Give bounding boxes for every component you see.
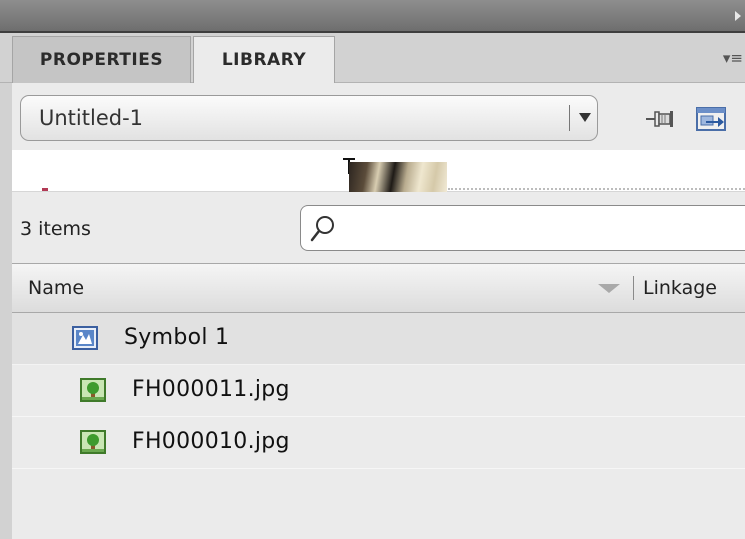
search-input[interactable] (343, 210, 733, 246)
search-icon (310, 216, 334, 242)
preview-mark (42, 188, 48, 191)
tab-properties[interactable]: PROPERTIES (12, 36, 191, 83)
chevron-down-icon[interactable] (579, 113, 591, 122)
panel-menu-icon[interactable]: ▾≡ (723, 49, 743, 67)
document-dropdown[interactable]: Untitled-1 (20, 95, 598, 141)
movie-clip-icon (72, 326, 98, 350)
library-item-fh000011[interactable]: FH000011.jpg (12, 365, 745, 417)
preview-dotted-line (448, 188, 745, 190)
library-item-fh000010[interactable]: FH000010.jpg (12, 417, 745, 469)
library-item-symbol-1[interactable]: Symbol 1 (12, 313, 745, 365)
dropdown-divider (569, 105, 570, 131)
column-header: Name Linkage (12, 263, 745, 313)
preview-thumbnail (349, 162, 447, 192)
tab-library[interactable]: LIBRARY (193, 36, 335, 84)
column-linkage-header[interactable]: Linkage (643, 264, 717, 312)
panel-tab-bar: PROPERTIES LIBRARY ▾≡ (0, 33, 745, 84)
item-count: 3 items (20, 218, 91, 240)
library-item-name: FH000011.jpg (132, 377, 290, 402)
sort-descending-icon[interactable] (598, 284, 620, 293)
pin-library-icon[interactable] (646, 106, 674, 130)
panel-title-bar[interactable] (0, 0, 745, 33)
new-library-panel-icon[interactable] (694, 106, 728, 132)
column-divider[interactable] (633, 276, 634, 300)
bitmap-icon (80, 378, 106, 402)
library-item-name: FH000010.jpg (132, 429, 290, 454)
column-name-header[interactable]: Name (28, 264, 84, 312)
bitmap-icon (80, 430, 106, 454)
document-dropdown-value: Untitled-1 (39, 106, 144, 130)
expand-panel-icon[interactable] (735, 11, 741, 21)
library-item-name: Symbol 1 (124, 325, 230, 350)
search-field[interactable] (300, 205, 745, 251)
item-preview-area (12, 150, 745, 192)
